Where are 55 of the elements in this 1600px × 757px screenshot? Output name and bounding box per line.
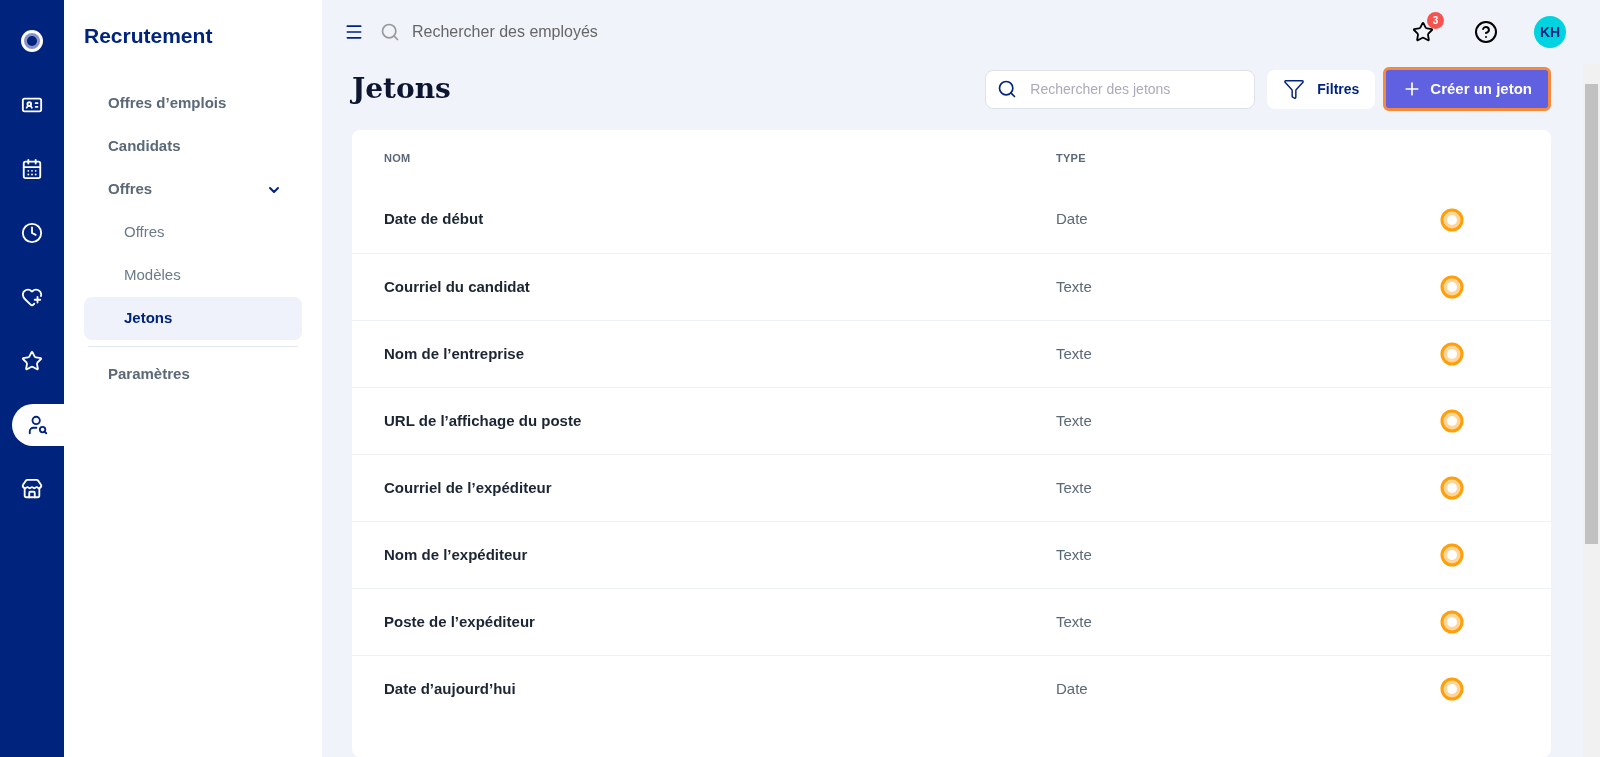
ring-icon (1440, 342, 1464, 366)
avatar[interactable]: KH (1534, 16, 1566, 48)
token-name: URL de l’affichage du poste (384, 410, 583, 431)
token-type: Texte (1056, 276, 1093, 297)
employee-search-field[interactable]: Rechercher des employés (412, 20, 812, 44)
ring-icon (1440, 207, 1464, 232)
sidebar-title: Recrutement (84, 23, 214, 50)
notification-badge: 3 (1427, 12, 1444, 29)
search-icon (380, 22, 400, 42)
filter-button[interactable]: Filtres (1267, 69, 1376, 109)
sidebar-item[interactable]: Offres d’emplois (84, 82, 302, 125)
token-type: Texte (1056, 544, 1093, 565)
token-name: Nom de l’entreprise (384, 343, 526, 364)
sidebar-item[interactable]: Modèles (84, 254, 302, 297)
help-button[interactable] (1474, 20, 1498, 44)
sidebar-item[interactable]: Jetons (84, 297, 302, 340)
rail-item[interactable] (12, 404, 64, 446)
menu-button[interactable] (344, 22, 364, 42)
favorites-button[interactable] (1412, 21, 1434, 43)
column-header: NOM (384, 150, 412, 166)
token-type: Texte (1056, 343, 1093, 364)
ring-icon (1440, 476, 1464, 500)
funnel-icon (1283, 78, 1306, 100)
token-search-field[interactable]: Rechercher des jetons (985, 69, 1256, 109)
ring-icon (1440, 543, 1464, 567)
heart-plus-icon (21, 286, 43, 308)
column-header: TYPE (1056, 150, 1086, 166)
token-name: Poste de l’expéditeur (384, 611, 536, 632)
sidebar-item[interactable]: Candidats (84, 125, 302, 168)
token-type: Texte (1056, 410, 1093, 431)
sidebar-item[interactable]: Offres (84, 211, 302, 254)
token-name: Date de début (384, 209, 485, 230)
token-type: Texte (1056, 477, 1093, 498)
page-title: Jetons (352, 71, 452, 107)
ring-icon (1440, 409, 1464, 433)
create-token-button[interactable]: Créer un jeton (1383, 67, 1551, 111)
token-name: Date d’aujourd’hui (384, 678, 517, 699)
token-name: Courriel de l’expéditeur (384, 477, 553, 498)
ring-icon (1440, 677, 1464, 701)
calendar-icon (21, 158, 43, 180)
star-icon (21, 350, 43, 372)
search-icon (997, 78, 1018, 99)
store-icon (21, 478, 43, 500)
clock-icon (21, 222, 43, 244)
token-name: Nom de l’expéditeur (384, 544, 529, 565)
token-type: Date (1056, 678, 1089, 699)
sidebar-item[interactable]: Paramètres (84, 353, 302, 396)
token-type: Texte (1056, 611, 1093, 632)
token-name: Courriel du candidat (384, 276, 531, 297)
sidebar-item[interactable]: Offres (84, 168, 302, 211)
ring-icon (1440, 610, 1464, 634)
token-type: Date (1056, 209, 1089, 230)
logo-icon (20, 29, 44, 53)
person-search-icon (27, 414, 49, 436)
ring-icon (1440, 275, 1464, 299)
